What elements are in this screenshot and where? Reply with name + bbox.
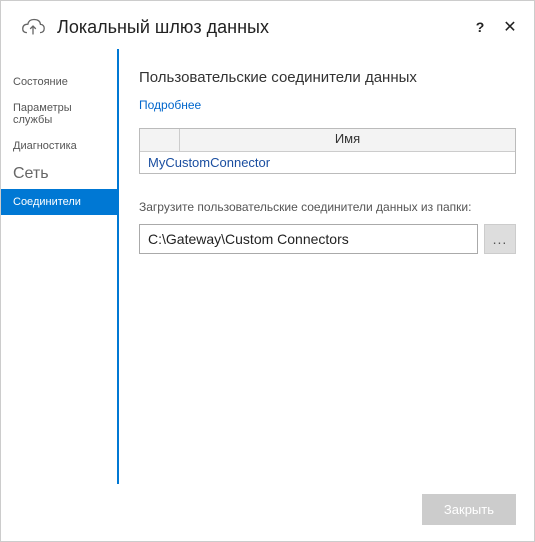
close-button[interactable]: Закрыть: [422, 494, 516, 525]
sidebar-item-network[interactable]: Сеть: [1, 159, 117, 189]
content: Состояние Параметры службы Диагностика С…: [1, 49, 534, 484]
browse-button[interactable]: ...: [484, 224, 516, 254]
table-header: Имя: [140, 129, 515, 152]
folder-path-input[interactable]: [139, 224, 478, 254]
sidebar-item-connectors[interactable]: Соединители: [1, 189, 117, 215]
cloud-upload-icon: [19, 13, 47, 41]
main-panel: Пользовательские соединители данных Подр…: [119, 49, 534, 484]
table-row[interactable]: MyCustomConnector: [140, 152, 515, 173]
sidebar-item-diagnostics[interactable]: Диагностика: [1, 133, 117, 159]
learn-more-link[interactable]: Подробнее: [139, 98, 516, 112]
section-title: Пользовательские соединители данных: [139, 69, 516, 86]
close-icon[interactable]: ✕: [500, 17, 520, 37]
help-icon[interactable]: ?: [470, 17, 490, 37]
table-header-name: Имя: [180, 129, 515, 151]
folder-path-row: ...: [139, 224, 516, 254]
sidebar-item-status[interactable]: Состояние: [1, 69, 117, 95]
sidebar-item-service-settings[interactable]: Параметры службы: [1, 95, 117, 133]
table-header-drag: [140, 129, 180, 151]
sidebar: Состояние Параметры службы Диагностика С…: [1, 49, 119, 484]
footer: Закрыть: [1, 484, 534, 541]
window-title: Локальный шлюз данных: [57, 17, 460, 38]
connectors-table: Имя MyCustomConnector: [139, 128, 516, 174]
folder-label: Загрузите пользовательские соединители д…: [139, 200, 516, 214]
titlebar: Локальный шлюз данных ? ✕: [1, 1, 534, 49]
